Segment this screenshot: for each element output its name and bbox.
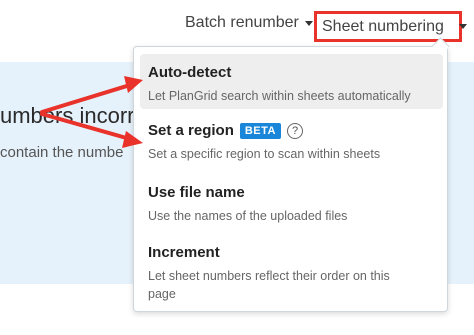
menu-item-description: Use the names of the uploaded files: [148, 209, 348, 223]
chevron-down-icon: [458, 24, 467, 29]
sheet-numbering-dropdown: Auto-detect Let PlanGrid search within s…: [133, 37, 450, 312]
menu-item-title: Use file name: [148, 184, 245, 201]
beta-badge: BETA: [239, 122, 281, 139]
menu-item-title: Auto-detect: [148, 64, 232, 81]
batch-renumber-label: Batch renumber: [185, 14, 299, 31]
menu-item-title: Increment: [148, 244, 220, 261]
background-heading: umbers incorr: [0, 103, 135, 128]
menu-item-auto-detect[interactable]: Auto-detect Let PlanGrid search within s…: [140, 54, 443, 109]
menu-item-set-a-region[interactable]: Set a region BETA ? Set a specific regio…: [140, 118, 443, 173]
menu-item-description: Let sheet numbers reflect their order on…: [148, 269, 390, 301]
menu-item-description: Let PlanGrid search within sheets automa…: [148, 89, 411, 103]
batch-renumber-button[interactable]: Batch renumber: [185, 14, 313, 32]
chevron-down-icon: [304, 20, 313, 26]
menu-item-increment[interactable]: Increment Let sheet numbers reflect thei…: [140, 240, 443, 306]
background-subtext: contain the numbe: [0, 144, 124, 161]
menu-item-description: Set a specific region to scan within she…: [148, 147, 381, 161]
menu-item-title: Set a region: [148, 122, 234, 139]
menu-item-use-file-name[interactable]: Use file name Use the names of the uploa…: [140, 180, 443, 235]
sheet-numbering-label: Sheet numbering: [322, 17, 444, 35]
help-icon[interactable]: ?: [287, 122, 303, 139]
